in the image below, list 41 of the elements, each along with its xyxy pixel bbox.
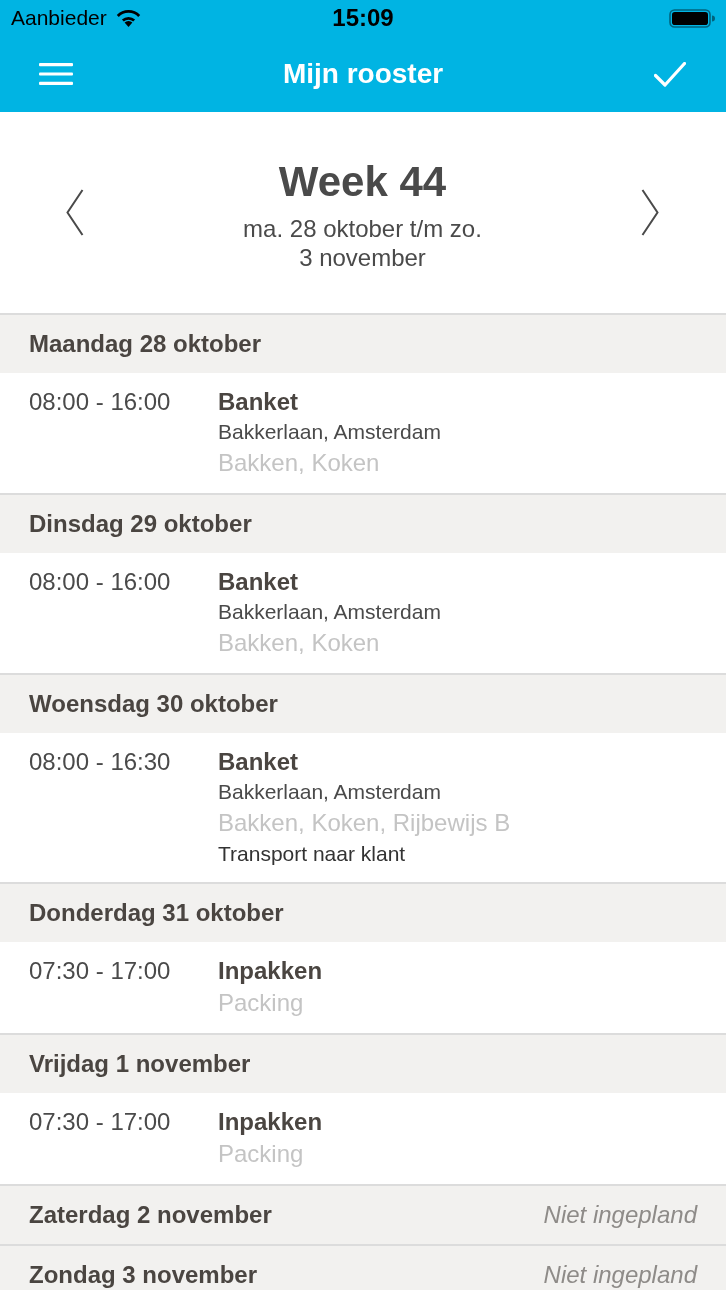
day-title: Vrijdag 1 november <box>29 1049 251 1079</box>
shift-skills: Bakken, Koken, Rijbewijs B <box>218 808 511 838</box>
shift-location: Bakkerlaan, Amsterdam <box>218 599 441 625</box>
shift-title: Inpakken <box>218 1107 323 1137</box>
day-title: Zondag 3 november <box>29 1260 258 1290</box>
week-title: Week 44 <box>278 157 447 207</box>
day-title: Maandag 28 oktober <box>29 329 262 359</box>
carrier-name: Aanbieder <box>11 5 107 31</box>
day-title: Dinsdag 29 oktober <box>29 509 252 539</box>
shift-time: 07:30 - 17:00 <box>29 957 171 984</box>
shift-time: 08:00 - 16:30 <box>29 748 171 775</box>
shift-title: Banket <box>218 567 299 597</box>
shift-skills: Bakken, Koken <box>218 448 380 478</box>
shift-note: Transport naar klant <box>218 841 406 867</box>
status-text: Niet ingepland <box>543 1260 697 1290</box>
previous-week-button[interactable] <box>66 189 84 236</box>
day-title: Zaterdag 2 november <box>29 1200 272 1230</box>
clock-time: 15:09 <box>332 5 394 31</box>
shift-location: Bakkerlaan, Amsterdam <box>218 779 441 805</box>
day-title: Donderdag 31 oktober <box>29 898 284 928</box>
shift-time: 08:00 - 16:00 <box>29 388 171 415</box>
chevron-right-icon <box>641 189 659 236</box>
shift-time: 08:00 - 16:00 <box>29 568 171 595</box>
shift-time: 07:30 - 17:00 <box>29 1108 171 1135</box>
shift-title: Banket <box>218 387 299 417</box>
wifi-icon <box>115 9 141 27</box>
checkmark-icon <box>654 61 686 87</box>
battery-icon <box>669 8 715 28</box>
shift-skills: Packing <box>218 988 304 1018</box>
week-date-range: ma. 28 oktober t/m zo. 3 november <box>242 214 483 272</box>
next-week-button[interactable] <box>641 189 659 236</box>
menu-icon <box>39 62 73 86</box>
status-text: Niet ingepland <box>543 1200 697 1230</box>
shift-skills: Bakken, Koken <box>218 628 380 658</box>
day-title: Woensdag 30 oktober <box>29 689 278 719</box>
screen-title: Mijn rooster <box>282 57 444 91</box>
shift-skills: Packing <box>218 1139 304 1169</box>
shift-title: Banket <box>218 747 299 777</box>
shift-title: Inpakken <box>218 956 323 986</box>
shift-location: Bakkerlaan, Amsterdam <box>218 419 441 445</box>
chevron-left-icon <box>66 189 84 236</box>
